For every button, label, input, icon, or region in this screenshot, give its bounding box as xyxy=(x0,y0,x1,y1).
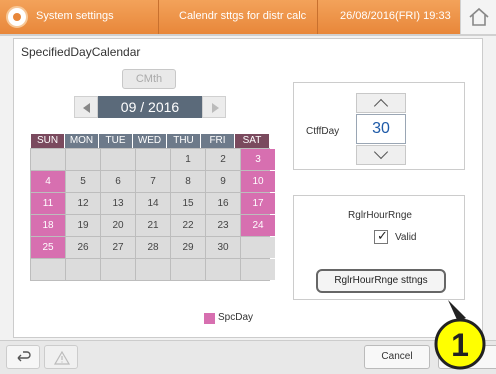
cutoff-day-value[interactable]: 30 xyxy=(356,114,406,144)
header-subtitle: Calendr sttgs for distr calc xyxy=(179,10,307,22)
weekday-wed: WED xyxy=(133,134,167,148)
calendar-day-24[interactable]: 24 xyxy=(241,215,275,236)
calendar-day-7[interactable]: 7 xyxy=(136,171,170,192)
header-datetime: 26/08/2016(FRI) 19:33 xyxy=(340,10,451,22)
warning-button[interactable] xyxy=(44,345,78,369)
decrement-button[interactable] xyxy=(356,144,406,165)
weekday-thu: THU xyxy=(167,134,201,148)
calendar-day-29[interactable]: 29 xyxy=(171,237,205,258)
calendar: SUN MON TUE WED THU FRI SAT 1 2 3 4 5 6 7 8 9 10 11 12 13 1… xyxy=(30,134,275,281)
footer-bar: Cancel Re xyxy=(0,340,496,374)
calendar-day-21[interactable]: 21 xyxy=(136,215,170,236)
header-bar: System settings Calendr sttgs for distr … xyxy=(0,0,496,36)
settings-gear-icon xyxy=(6,6,28,28)
calendar-empty-cell xyxy=(241,259,275,280)
current-month-button[interactable]: CMth xyxy=(122,69,176,89)
calendar-empty-cell xyxy=(101,259,135,280)
home-button[interactable] xyxy=(460,0,496,34)
calendar-empty-cell xyxy=(101,149,135,170)
annotation-callout: 1 xyxy=(434,300,486,370)
header-divider xyxy=(0,34,496,36)
calendar-day-16[interactable]: 16 xyxy=(206,193,240,214)
warning-icon xyxy=(54,351,70,365)
calendar-grid: 1 2 3 4 5 6 7 8 9 10 11 12 13 14 15 16 17 18 19 20 21 22 23 24 2… xyxy=(30,148,275,281)
calendar-empty-cell xyxy=(171,259,205,280)
settings-screen: System settings Calendr sttgs for distr … xyxy=(0,0,496,374)
calendar-day-20[interactable]: 20 xyxy=(101,215,135,236)
calendar-day-15[interactable]: 15 xyxy=(171,193,205,214)
calendar-day-18[interactable]: 18 xyxy=(31,215,65,236)
month-navigator: 09 / 2016 xyxy=(74,96,226,118)
calendar-day-28[interactable]: 28 xyxy=(136,237,170,258)
calendar-day-17[interactable]: 17 xyxy=(241,193,275,214)
increment-button[interactable] xyxy=(356,93,406,114)
legend-label: SpcDay xyxy=(218,312,254,323)
weekday-sat: SAT xyxy=(235,134,269,148)
calendar-day-14[interactable]: 14 xyxy=(136,193,170,214)
calendar-day-11[interactable]: 11 xyxy=(31,193,65,214)
header-subtitle-section: Calendr sttgs for distr calc xyxy=(159,0,317,34)
header-title: System settings xyxy=(36,10,114,22)
weekday-fri: FRI xyxy=(201,134,235,148)
special-day-swatch xyxy=(204,313,215,324)
regular-hour-range-box: RglrHourRnge ✓ Valid RglrHourRnge sttngs xyxy=(293,195,465,300)
month-display: 09 / 2016 xyxy=(98,96,202,118)
valid-label: Valid xyxy=(395,232,417,243)
calendar-day-9[interactable]: 9 xyxy=(206,171,240,192)
calendar-day-19[interactable]: 19 xyxy=(66,215,100,236)
calendar-empty-cell xyxy=(136,259,170,280)
calendar-day-6[interactable]: 6 xyxy=(101,171,135,192)
chevron-down-icon xyxy=(373,144,389,160)
cancel-button[interactable]: Cancel xyxy=(364,345,430,369)
calendar-day-2[interactable]: 2 xyxy=(206,149,240,170)
calendar-day-22[interactable]: 22 xyxy=(171,215,205,236)
calendar-empty-cell xyxy=(66,259,100,280)
calendar-day-26[interactable]: 26 xyxy=(66,237,100,258)
calendar-day-30[interactable]: 30 xyxy=(206,237,240,258)
calendar-day-1[interactable]: 1 xyxy=(171,149,205,170)
next-month-button[interactable] xyxy=(202,96,226,118)
annotation-number: 1 xyxy=(451,327,469,363)
calendar-day-5[interactable]: 5 xyxy=(66,171,100,192)
cutoff-day-label: CtffDay xyxy=(306,126,340,137)
weekday-tue: TUE xyxy=(99,134,133,148)
checkmark-icon: ✓ xyxy=(377,228,388,243)
main-panel: SpecifiedDayCalendar CMth 09 / 2016 SUN M… xyxy=(13,38,483,338)
calendar-day-13[interactable]: 13 xyxy=(101,193,135,214)
calendar-day-23[interactable]: 23 xyxy=(206,215,240,236)
arrow-left-icon xyxy=(83,103,90,113)
calendar-day-27[interactable]: 27 xyxy=(101,237,135,258)
calendar-empty-cell xyxy=(31,259,65,280)
back-arrow-icon xyxy=(17,351,31,362)
calendar-empty-cell xyxy=(136,149,170,170)
regular-hour-range-settings-button[interactable]: RglrHourRnge sttngs xyxy=(316,269,446,293)
calendar-empty-cell xyxy=(241,237,275,258)
calendar-empty-cell xyxy=(206,259,240,280)
calendar-day-8[interactable]: 8 xyxy=(171,171,205,192)
back-button[interactable] xyxy=(6,345,40,369)
weekday-mon: MON xyxy=(65,134,99,148)
calendar-empty-cell xyxy=(66,149,100,170)
calendar-day-25[interactable]: 25 xyxy=(31,237,65,258)
header-title-section: System settings xyxy=(0,0,159,34)
arrow-right-icon xyxy=(212,103,219,113)
chevron-up-icon xyxy=(373,98,389,114)
header-datetime-section: 26/08/2016(FRI) 19:33 xyxy=(317,0,460,34)
calendar-weekday-header: SUN MON TUE WED THU FRI SAT xyxy=(31,134,269,148)
calendar-day-10[interactable]: 10 xyxy=(241,171,275,192)
weekday-sun: SUN xyxy=(31,134,65,148)
calendar-day-12[interactable]: 12 xyxy=(66,193,100,214)
home-icon xyxy=(469,7,489,26)
cutoff-day-box: CtffDay 30 xyxy=(293,82,465,170)
regular-hour-range-title: RglrHourRnge xyxy=(348,210,412,221)
calendar-day-4[interactable]: 4 xyxy=(31,171,65,192)
page-title: SpecifiedDayCalendar xyxy=(21,45,141,59)
calendar-day-3[interactable]: 3 xyxy=(241,149,275,170)
previous-month-button[interactable] xyxy=(74,96,98,118)
calendar-empty-cell xyxy=(31,149,65,170)
valid-checkbox[interactable]: ✓ xyxy=(374,228,388,244)
